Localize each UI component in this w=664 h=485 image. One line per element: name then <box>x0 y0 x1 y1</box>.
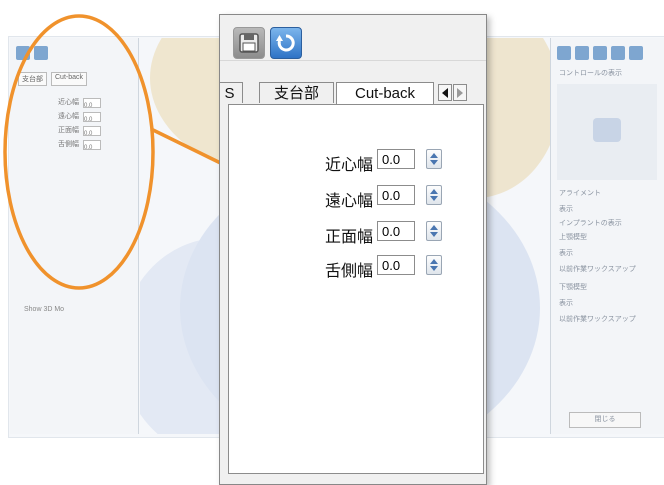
refresh-icon <box>276 34 295 52</box>
mesial-width-spinner[interactable] <box>426 149 442 169</box>
spin-up-down-icon <box>430 259 438 271</box>
refresh-button[interactable] <box>270 27 302 59</box>
front-width-spinner[interactable] <box>426 221 442 241</box>
field-row-mesial-width: 近心幅 0.0 <box>229 149 485 174</box>
panel-toolbar <box>220 15 486 61</box>
field-row-lingual-width: 舌側幅 0.0 <box>229 255 485 280</box>
field-row-distal-width: 遠心幅 0.0 <box>229 185 485 210</box>
tab-abutment[interactable]: 支台部 <box>259 82 334 103</box>
field-row-front-width: 正面幅 0.0 <box>229 221 485 246</box>
tab-cutback[interactable]: Cut-back <box>336 82 434 105</box>
triangle-right-icon <box>457 88 463 98</box>
lingual-width-input[interactable]: 0.0 <box>377 255 415 275</box>
tab-strip: S 支台部 Cut-back <box>220 82 486 105</box>
save-icon <box>239 33 259 53</box>
distal-width-input[interactable]: 0.0 <box>377 185 415 205</box>
field-label: 近心幅 <box>324 157 373 174</box>
tab-scroll-right-button[interactable] <box>453 84 467 101</box>
field-label: 遠心幅 <box>324 193 373 210</box>
distal-width-spinner[interactable] <box>426 185 442 205</box>
tab-partial[interactable]: S <box>220 82 243 103</box>
mesial-width-input[interactable]: 0.0 <box>377 149 415 169</box>
save-button[interactable] <box>233 27 265 59</box>
triangle-left-icon <box>442 88 448 98</box>
spin-up-down-icon <box>430 225 438 237</box>
tab-scroll-left-button[interactable] <box>438 84 452 101</box>
spin-up-down-icon <box>430 153 438 165</box>
cutback-settings-panel: S 支台部 Cut-back 近心幅 0.0 遠心幅 0.0 正面幅 0.0 舌… <box>219 14 487 485</box>
field-label: 舌側幅 <box>324 263 373 280</box>
lingual-width-spinner[interactable] <box>426 255 442 275</box>
front-width-input[interactable]: 0.0 <box>377 221 415 241</box>
cutback-tab-content: 近心幅 0.0 遠心幅 0.0 正面幅 0.0 舌側幅 0.0 <box>228 104 484 474</box>
spin-up-down-icon <box>430 189 438 201</box>
field-label: 正面幅 <box>324 229 373 246</box>
